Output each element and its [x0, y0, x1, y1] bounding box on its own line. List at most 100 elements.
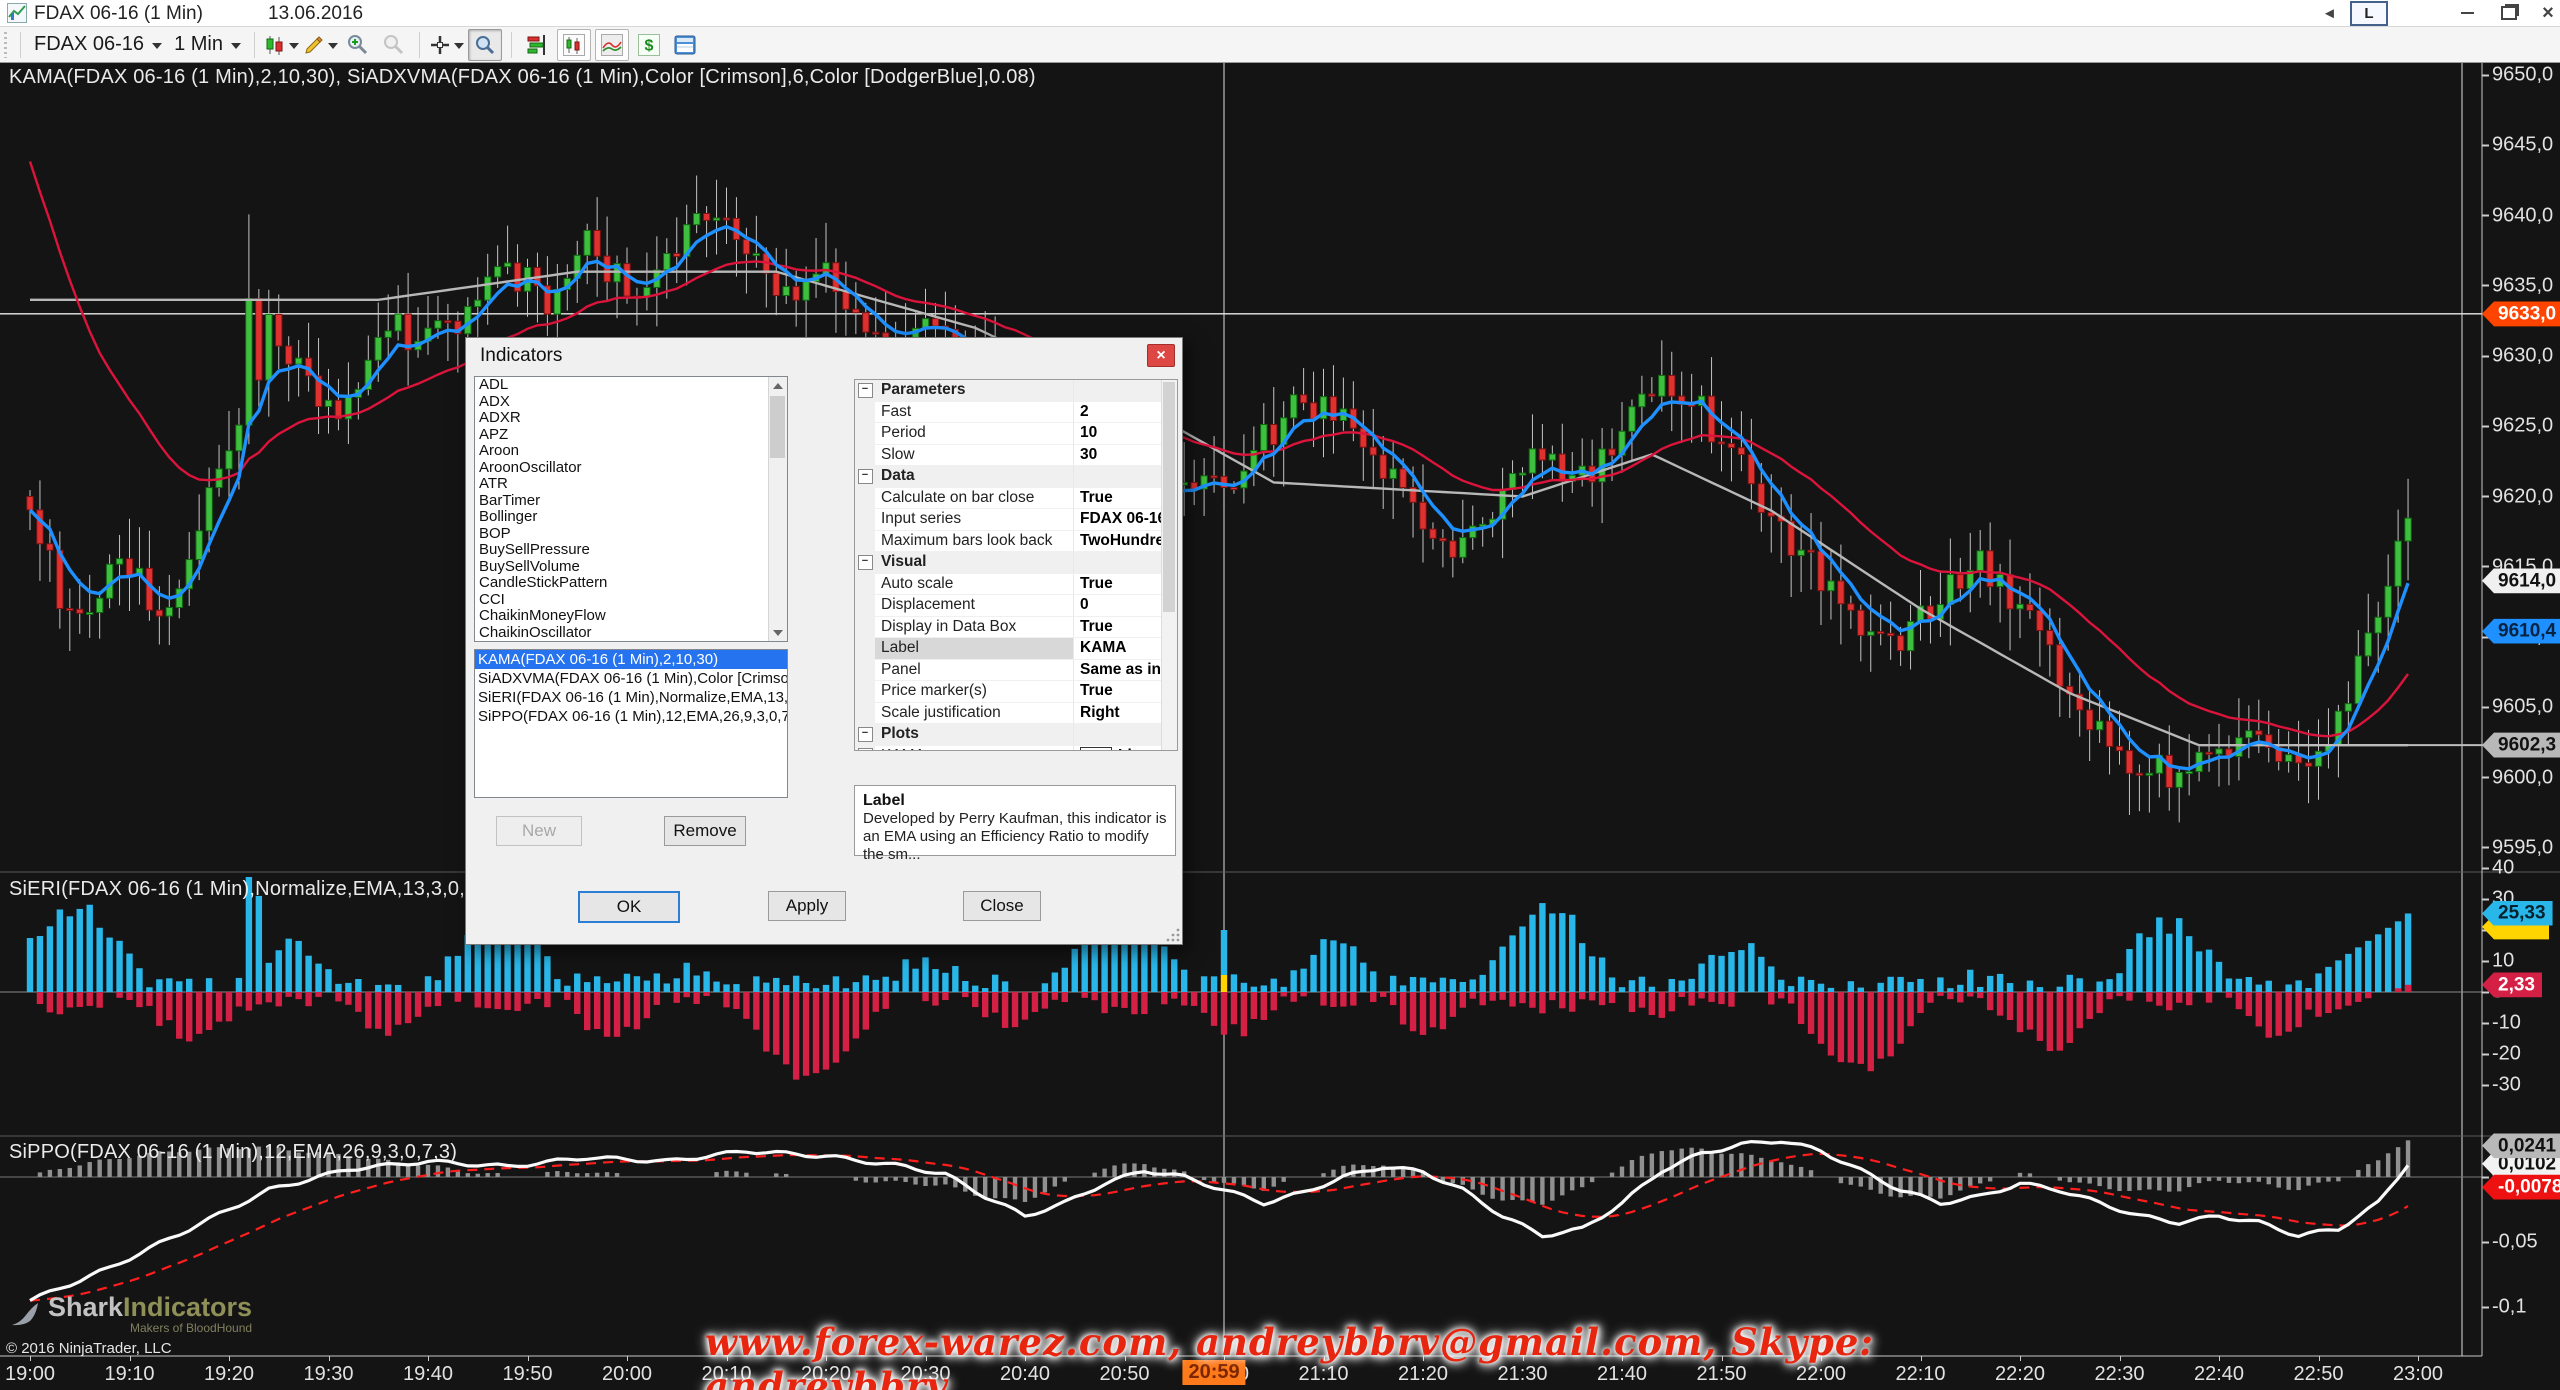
indicator-list-item[interactable]: BuySellPressure — [475, 542, 787, 559]
data-box-button[interactable] — [669, 30, 701, 60]
indicator-list-item[interactable]: AroonOscillator — [475, 460, 787, 477]
indicator-list-item[interactable]: ChaikinMoneyFlow — [475, 608, 787, 625]
ok-button[interactable]: OK — [578, 891, 680, 923]
expand-icon[interactable]: + — [858, 748, 873, 751]
selected-indicator-item[interactable]: SiERI(FDAX 06-16 (1 Min),Normalize,EMA,1… — [475, 688, 787, 707]
ppo-axis-tick: -0,05 — [2482, 1231, 2538, 1254]
indicator-list-item[interactable]: BarTimer — [475, 493, 787, 510]
toolbar-grip[interactable] — [4, 32, 7, 58]
property-row[interactable]: PanelSame as input series — [855, 660, 1177, 682]
chart-trader-button[interactable] — [557, 29, 591, 61]
selected-indicator-item[interactable]: SiPPO(FDAX 06-16 (1 Min),12,EMA,26,9,3,0… — [475, 707, 787, 726]
collapse-icon[interactable]: − — [858, 555, 873, 570]
property-row[interactable]: Auto scaleTrue — [855, 574, 1177, 596]
instrument-selector[interactable]: FDAX 06-16 — [28, 33, 168, 56]
market-analyzer-button[interactable] — [595, 29, 629, 61]
property-label: Input series — [875, 509, 1074, 530]
zoom-in-icon — [346, 33, 370, 57]
property-group-row[interactable]: −Data — [855, 466, 1177, 488]
time-axis-label: 19:10 — [104, 1363, 154, 1386]
available-indicators-list[interactable]: ADLADXADXRAPZAroonAroonOscillatorATRBarT… — [474, 376, 788, 642]
indicator-list-item[interactable]: Aroon — [475, 443, 787, 460]
selected-indicator-item[interactable]: KAMA(FDAX 06-16 (1 Min),2,10,30) — [475, 650, 787, 669]
minimize-button[interactable] — [2452, 1, 2482, 25]
property-row[interactable]: Maximum bars look backTwoHundredFiftySix — [855, 531, 1177, 553]
zoom-in-button[interactable] — [342, 30, 374, 60]
collapse-icon[interactable]: − — [858, 383, 873, 398]
selected-indicators-list[interactable]: KAMA(FDAX 06-16 (1 Min),2,10,30)SiADXVMA… — [474, 649, 788, 798]
indicator-list-item[interactable]: BOP — [475, 526, 787, 543]
property-row[interactable]: Fast2 — [855, 402, 1177, 424]
grid-scrollbar[interactable] — [1161, 380, 1177, 750]
shark-fin-icon — [10, 1301, 40, 1327]
property-row[interactable]: +KAMALine; Solid; 3px — [855, 746, 1177, 752]
time-axis-tickmark — [2120, 1356, 2121, 1361]
collapse-icon[interactable]: − — [858, 469, 873, 484]
price-price-marker: 9614,0 — [2482, 568, 2560, 593]
interval-selector[interactable]: 1 Min — [168, 33, 247, 56]
chevron-down-icon — [328, 43, 338, 49]
dialog-close-icon[interactable]: × — [1147, 344, 1175, 367]
chevron-down-icon — [152, 43, 162, 49]
instrument-link-button[interactable]: L — [2350, 1, 2388, 26]
description-text: Developed by Perry Kaufman, this indicat… — [863, 810, 1167, 864]
property-row[interactable]: Period10 — [855, 423, 1177, 445]
eri-panel-label: SiERI(FDAX 06-16 (1 Min),Normalize,EMA,1… — [9, 878, 500, 901]
maximize-button[interactable] — [2494, 1, 2524, 25]
scroll-up-icon[interactable] — [769, 377, 787, 394]
indicator-list-item[interactable]: ADXR — [475, 410, 787, 427]
account-button[interactable]: $ — [633, 30, 665, 60]
resize-grip[interactable] — [1166, 928, 1180, 942]
indicator-list-item[interactable]: Bollinger — [475, 509, 787, 526]
property-row[interactable]: Displacement0 — [855, 595, 1177, 617]
property-group-row[interactable]: −Plots — [855, 724, 1177, 746]
indicator-list-item[interactable]: ADX — [475, 394, 787, 411]
scroll-down-icon[interactable] — [769, 624, 787, 641]
indicator-list-item[interactable]: APZ — [475, 427, 787, 444]
property-row[interactable]: Price marker(s)True — [855, 681, 1177, 703]
price-axis-tick: 9650,0 — [2482, 64, 2553, 87]
collapse-icon[interactable]: − — [858, 727, 873, 742]
indicators-button[interactable] — [521, 30, 553, 60]
cursor-mode-button[interactable] — [429, 30, 464, 60]
property-label: Auto scale — [875, 574, 1074, 595]
remove-button[interactable]: Remove — [664, 816, 746, 846]
indicator-list-item[interactable]: ChaikinOscillator — [475, 625, 787, 642]
magnifier-tool-button[interactable] — [468, 29, 502, 61]
indicator-property-grid[interactable]: −ParametersFast2Period10Slow30−DataCalcu… — [854, 379, 1178, 751]
property-row[interactable]: LabelKAMA — [855, 638, 1177, 660]
dialog-titlebar[interactable]: Indicators × — [466, 338, 1182, 372]
indicator-list-item[interactable]: BuySellVolume — [475, 559, 787, 576]
selected-indicator-item[interactable]: SiADXVMA(FDAX 06-16 (1 Min),Color [Crims… — [475, 669, 787, 688]
time-axis-tickmark — [2219, 1356, 2220, 1361]
property-label: Slow — [875, 445, 1074, 466]
property-row[interactable]: Calculate on bar closeTrue — [855, 488, 1177, 510]
property-group-row[interactable]: −Parameters — [855, 380, 1177, 402]
dialog-title: Indicators — [480, 345, 562, 367]
chart-plot-area[interactable] — [0, 0, 2560, 1390]
property-label: Plots — [875, 724, 1074, 745]
indicator-list-item[interactable]: ADL — [475, 377, 787, 394]
price-axis[interactable]: 9650,09645,09640,09635,09630,09625,09620… — [2482, 0, 2560, 1390]
candlestick-style-icon — [264, 34, 286, 56]
list-scrollbar[interactable] — [768, 377, 787, 641]
property-row[interactable]: Slow30 — [855, 445, 1177, 467]
indicator-list-item[interactable]: CCI — [475, 592, 787, 609]
property-group-row[interactable]: −Visual — [855, 552, 1177, 574]
indicator-list-item[interactable]: ATR — [475, 476, 787, 493]
instrument-link-arrow-icon[interactable]: ◄ — [2322, 1, 2337, 25]
property-row[interactable]: Input seriesFDAX 06-16 (1 Min) — [855, 509, 1177, 531]
scrollbar-thumb[interactable] — [770, 396, 785, 458]
zoom-out-button[interactable] — [378, 30, 410, 60]
ppo-price-marker: -0,00787 — [2482, 1175, 2560, 1200]
property-row[interactable]: Scale justificationRight — [855, 703, 1177, 725]
drawing-tools-button[interactable] — [303, 30, 338, 60]
time-axis-label: 19:50 — [502, 1363, 552, 1386]
scrollbar-thumb[interactable] — [1163, 382, 1175, 612]
property-row[interactable]: Display in Data BoxTrue — [855, 617, 1177, 639]
close-button[interactable]: Close — [963, 891, 1041, 921]
indicator-list-item[interactable]: CandleStickPattern — [475, 575, 787, 592]
chart-style-button[interactable] — [264, 30, 299, 60]
window-close-button[interactable]: × — [2536, 1, 2560, 25]
apply-button[interactable]: Apply — [768, 891, 846, 921]
